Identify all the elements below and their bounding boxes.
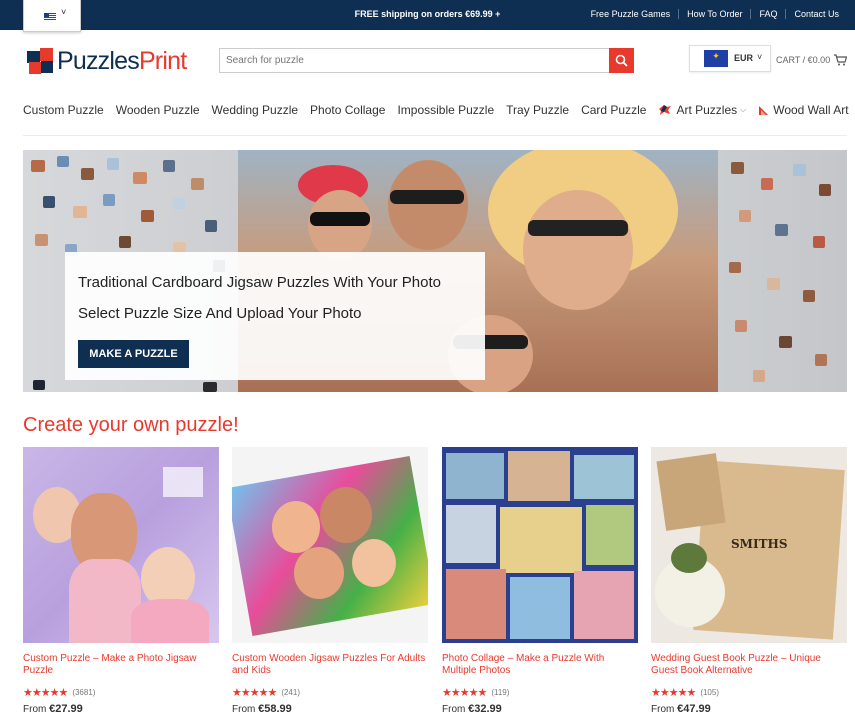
hero-banner: Traditional Cardboard Jigsaw Puzzles Wit… [23, 150, 847, 392]
nav-wedding-puzzle[interactable]: Wedding Puzzle [206, 103, 305, 117]
section-title: Create your own puzzle! [23, 414, 239, 436]
product-image[interactable] [232, 447, 428, 643]
cart-link[interactable]: CART / €0.00 [776, 54, 848, 66]
product-rating: ★★★★★ (105) [651, 686, 719, 699]
link-faq[interactable]: FAQ [750, 9, 785, 19]
nav-wood-wall-art-label: Wood Wall Art [773, 103, 849, 117]
product-image[interactable]: SMITHS [651, 447, 847, 643]
product-price: From €58.99 [232, 703, 292, 715]
nav-tray-puzzle[interactable]: Tray Puzzle [500, 103, 575, 117]
currency-selector[interactable]: EUR ˅ [689, 45, 771, 72]
make-a-puzzle-button[interactable]: MAKE A PUZZLE [78, 340, 189, 368]
hero-heading: Traditional Cardboard Jigsaw Puzzles Wit… [78, 274, 441, 291]
search-input[interactable] [220, 49, 608, 72]
search-bar [219, 48, 634, 73]
us-flag-icon [44, 13, 56, 21]
review-count: (241) [281, 688, 300, 697]
top-links: Free Puzzle Games How To Order FAQ Conta… [583, 9, 847, 19]
link-how-to-order[interactable]: How To Order [678, 9, 750, 19]
nav-photo-collage[interactable]: Photo Collage [304, 103, 391, 117]
chevron-down-icon: ˅ [61, 7, 67, 17]
nav-custom-puzzle[interactable]: Custom Puzzle [17, 103, 110, 117]
star-rating-icon: ★★★★★ [232, 687, 277, 699]
cart-icon [834, 54, 848, 66]
product-rating: ★★★★★ (241) [232, 686, 300, 699]
chevron-down-icon: ˅ [757, 52, 763, 62]
language-selector[interactable]: ˅ [23, 0, 81, 32]
product-price: From €32.99 [442, 703, 502, 715]
logo-text: PuzzlesPrint [57, 47, 187, 75]
search-button[interactable] [609, 48, 634, 73]
product-title[interactable]: Wedding Guest Book Puzzle – Unique Guest… [651, 653, 847, 677]
review-count: (119) [491, 688, 510, 697]
nav-card-puzzle[interactable]: Card Puzzle [575, 103, 652, 117]
link-contact-us[interactable]: Contact Us [785, 9, 847, 19]
product-title[interactable]: Photo Collage – Make a Puzzle With Multi… [442, 653, 638, 677]
wood-sign-text: SMITHS [731, 537, 788, 551]
nav-divider [23, 135, 847, 136]
hero-subheading: Select Puzzle Size And Upload Your Photo [78, 305, 362, 322]
nav-wooden-puzzle[interactable]: Wooden Puzzle [110, 103, 206, 117]
product-rating: ★★★★★ (119) [442, 686, 509, 699]
hero-card: Traditional Cardboard Jigsaw Puzzles Wit… [65, 252, 485, 380]
nav-wood-wall-art[interactable]: Wood Wall Art [752, 103, 854, 117]
star-rating-icon: ★★★★★ [442, 687, 487, 699]
star-rating-icon: ★★★★★ [651, 687, 696, 699]
top-bar: FREE shipping on orders €69.99 + Free Pu… [0, 0, 855, 30]
main-nav: Custom Puzzle Wooden Puzzle Wedding Puzz… [17, 95, 855, 125]
site-logo[interactable]: PuzzlesPrint [27, 47, 187, 75]
review-count: (105) [700, 688, 719, 697]
nav-art-puzzles[interactable]: Art Puzzles ⌵ [652, 103, 752, 117]
eu-flag-icon [704, 50, 728, 67]
product-price: From €27.99 [23, 703, 83, 715]
review-count: (3681) [72, 688, 96, 697]
nav-art-puzzles-label: Art Puzzles [676, 103, 738, 117]
link-free-puzzle-games[interactable]: Free Puzzle Games [583, 9, 679, 19]
product-title[interactable]: Custom Puzzle – Make a Photo Jigsaw Puzz… [23, 653, 219, 677]
puzzle-logo-icon [27, 48, 55, 74]
product-price: From €47.99 [651, 703, 711, 715]
wood-wall-art-icon [759, 105, 769, 115]
cart-label: CART / €0.00 [776, 55, 831, 65]
product-rating: ★★★★★ (3681) [23, 686, 95, 699]
product-image[interactable] [23, 447, 219, 643]
nav-impossible-puzzle[interactable]: Impossible Puzzle [391, 103, 500, 117]
chevron-down-icon: ⌵ [740, 105, 747, 114]
currency-label: EUR [734, 53, 754, 63]
art-puzzle-icon [659, 105, 672, 115]
search-icon [615, 54, 628, 67]
star-rating-icon: ★★★★★ [23, 687, 68, 699]
product-image[interactable] [442, 447, 638, 643]
product-title[interactable]: Custom Wooden Jigsaw Puzzles For Adults … [232, 653, 428, 677]
